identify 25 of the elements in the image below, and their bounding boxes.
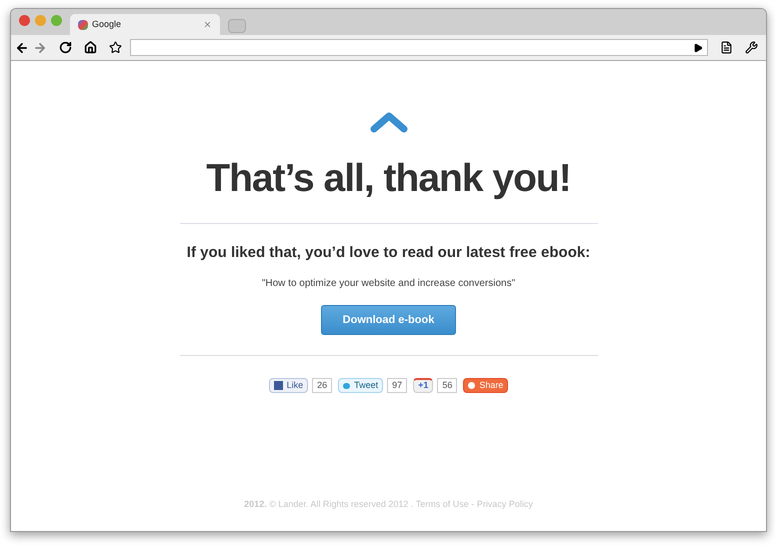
chevron-up-icon xyxy=(370,111,408,133)
share-count: 56 xyxy=(437,378,458,393)
share-count: 26 xyxy=(312,378,332,393)
plus-one-button[interactable]: +1 xyxy=(413,378,434,393)
subtitle: If you liked that, you’d love to read our latest free ebook: xyxy=(186,242,590,262)
facebook-icon xyxy=(274,381,283,390)
logo-icon xyxy=(78,20,88,30)
browser-tab[interactable]: Google xyxy=(70,14,220,35)
reload-icon[interactable] xyxy=(59,41,72,54)
book-title: "How to optimize your website and increase conversions" xyxy=(262,277,516,291)
tab-title: Google xyxy=(92,18,122,31)
page-icon[interactable] xyxy=(720,41,733,54)
close-window-icon[interactable] xyxy=(19,14,30,26)
like-button[interactable]: Like xyxy=(268,378,308,393)
share-button[interactable]: Share xyxy=(463,378,508,393)
home-icon[interactable] xyxy=(84,41,97,54)
wrench-icon[interactable] xyxy=(745,41,758,54)
close-icon[interactable] xyxy=(203,20,212,29)
share-count: 97 xyxy=(387,378,408,393)
download-button[interactable]: Download e-book xyxy=(321,305,456,335)
tweet-button[interactable]: Tweet xyxy=(338,378,384,393)
star-icon[interactable] xyxy=(109,41,122,54)
back-icon[interactable] xyxy=(15,40,29,54)
go-icon[interactable] xyxy=(693,42,703,52)
page-title: That’s all, thank you! xyxy=(206,156,571,202)
